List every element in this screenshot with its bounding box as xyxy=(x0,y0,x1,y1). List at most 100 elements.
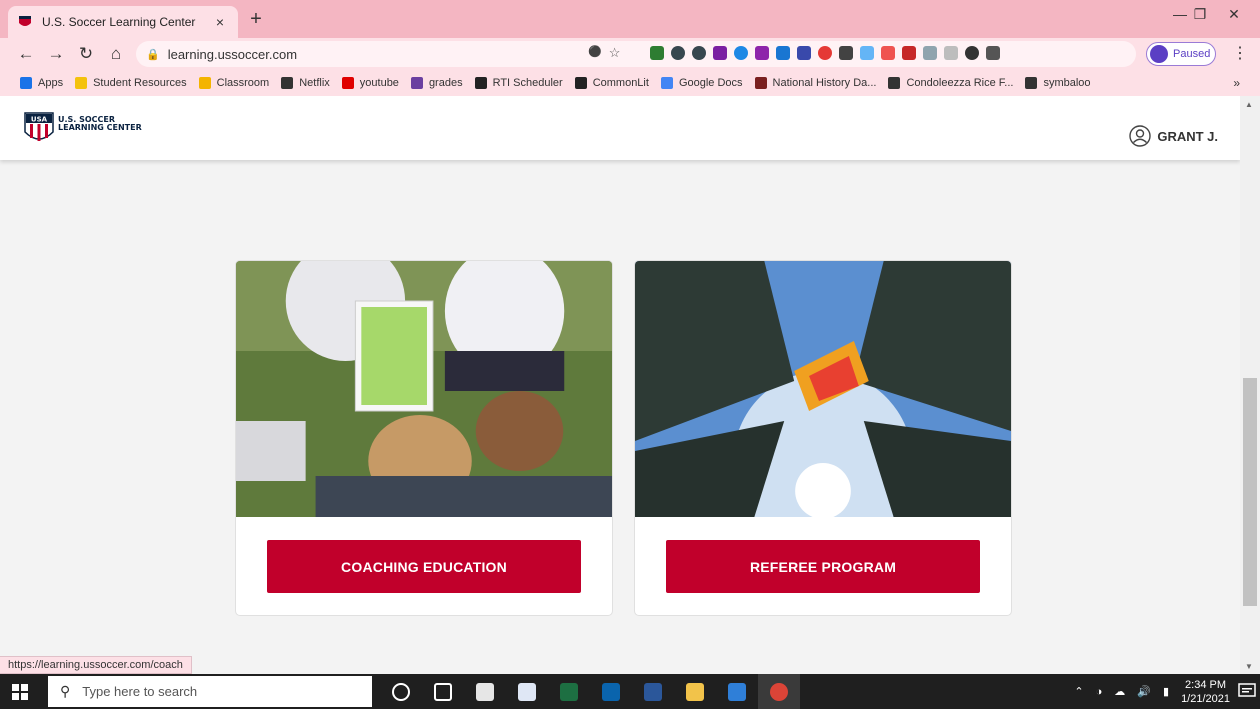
cast-icon[interactable] xyxy=(986,46,1000,60)
bookmark-star-icon[interactable]: ☆ xyxy=(609,45,621,61)
us-soccer-logo[interactable]: USA U.S. SOCCER LEARNING CENTER xyxy=(24,112,142,146)
bookmark-icon xyxy=(281,77,294,89)
bookmark-item[interactable]: Google Docs xyxy=(660,77,743,89)
system-tray: ⌃ ◑ ☁ 🔊 ▮ 2:34 PM 1/21/2021 xyxy=(1074,674,1230,709)
extension-icon[interactable] xyxy=(797,46,811,60)
scrollbar-thumb[interactable] xyxy=(1243,378,1257,606)
extension-icon[interactable] xyxy=(713,46,727,60)
bookmark-label: Netflix xyxy=(299,77,330,89)
profile-button[interactable]: Paused xyxy=(1146,42,1216,66)
bookmark-item[interactable]: Condoleezza Rice F... xyxy=(888,77,1013,89)
bookmark-item[interactable]: symbaloo xyxy=(1025,77,1091,89)
onedrive-icon[interactable]: ☁ xyxy=(1114,685,1125,698)
close-window-icon[interactable]: ✕ xyxy=(1214,6,1254,23)
bookmark-item[interactable]: National History Da... xyxy=(754,77,876,89)
extension-icon[interactable] xyxy=(860,46,874,60)
extension-icon[interactable] xyxy=(692,46,706,60)
user-menu[interactable]: GRANT J. xyxy=(1129,125,1218,147)
bookmark-icon xyxy=(341,77,354,89)
extension-icon[interactable] xyxy=(944,46,958,60)
taskbar-search-input[interactable]: ⚲ Type here to search xyxy=(48,676,372,707)
word-icon[interactable] xyxy=(632,674,674,709)
extensions-puzzle-icon[interactable] xyxy=(965,46,979,60)
referee-program-card[interactable]: REFEREE PROGRAM xyxy=(634,260,1012,616)
extension-icon[interactable] xyxy=(881,46,895,60)
bookmark-icon xyxy=(75,77,88,89)
dropbox-icon[interactable] xyxy=(506,674,548,709)
windows-start-icon[interactable] xyxy=(0,674,40,709)
us-soccer-favicon-icon xyxy=(19,16,31,26)
bookmark-item[interactable]: CommonLit xyxy=(574,77,649,89)
bookmark-label: Condoleezza Rice F... xyxy=(906,77,1014,89)
bookmark-label: Google Docs xyxy=(678,77,743,89)
file-explorer-icon[interactable] xyxy=(674,674,716,709)
extension-icon[interactable] xyxy=(776,46,790,60)
store-icon[interactable] xyxy=(464,674,506,709)
key-icon[interactable]: ⚫ xyxy=(588,45,602,61)
excel-icon[interactable] xyxy=(548,674,590,709)
chrome-icon[interactable] xyxy=(758,674,800,709)
extension-icon[interactable] xyxy=(734,46,748,60)
extensions-row xyxy=(650,46,1000,60)
browser-tab[interactable]: U.S. Soccer Learning Center × xyxy=(8,6,238,38)
bookmark-icon xyxy=(20,77,32,89)
taskbar-search-placeholder: Type here to search xyxy=(82,684,198,699)
cortana-icon[interactable] xyxy=(380,674,422,709)
task-view-icon[interactable] xyxy=(422,674,464,709)
browser-menu-icon[interactable]: ⋮ xyxy=(1232,43,1248,63)
user-name: GRANT J. xyxy=(1157,128,1218,144)
scroll-down-icon[interactable]: ▼ xyxy=(1245,662,1253,671)
taskbar-clock[interactable]: 2:34 PM 1/21/2021 xyxy=(1181,678,1230,706)
extension-icon[interactable] xyxy=(902,46,916,60)
extension-icon[interactable] xyxy=(923,46,937,60)
notification-center-icon[interactable] xyxy=(1238,682,1256,700)
bookmark-item[interactable]: youtube xyxy=(341,77,399,89)
clock-date: 1/21/2021 xyxy=(1181,692,1230,705)
referee-photo xyxy=(635,261,1011,517)
taskbar-apps xyxy=(380,674,800,709)
referee-program-button[interactable]: REFEREE PROGRAM xyxy=(666,540,980,593)
clock-time: 2:34 PM xyxy=(1185,678,1227,691)
coaching-education-card[interactable]: COACHING EDUCATION xyxy=(235,260,613,616)
bookmark-label: Apps xyxy=(38,77,64,89)
bookmark-item[interactable]: Classroom xyxy=(198,77,269,89)
page-scrollbar[interactable]: ▲ ▼ xyxy=(1240,96,1260,674)
bookmark-icon xyxy=(474,77,487,89)
extension-icon[interactable] xyxy=(755,46,769,60)
bookmark-icon xyxy=(410,77,423,89)
extension-icon[interactable] xyxy=(671,46,685,60)
profile-status: Paused xyxy=(1173,48,1211,60)
bookmark-item[interactable]: Apps xyxy=(20,77,63,89)
bookmarks-more-icon[interactable]: » xyxy=(1233,76,1240,90)
network-icon[interactable]: ◑ xyxy=(1096,686,1103,698)
qr-code-icon[interactable] xyxy=(839,46,853,60)
battery-icon[interactable]: ▮ xyxy=(1163,685,1169,698)
coaching-education-button[interactable]: COACHING EDUCATION xyxy=(267,540,581,593)
bookmark-label: CommonLit xyxy=(592,77,649,89)
bookmark-label: RTI Scheduler xyxy=(492,77,563,89)
reload-icon[interactable]: ↻ xyxy=(74,42,98,66)
outlook-icon[interactable] xyxy=(590,674,632,709)
bookmark-icon xyxy=(574,77,587,89)
app-icon[interactable] xyxy=(716,674,758,709)
lock-icon: 🔒 xyxy=(146,48,160,61)
back-icon[interactable]: ← xyxy=(14,42,38,66)
bookmark-item[interactable]: RTI Scheduler xyxy=(474,77,563,89)
home-icon[interactable]: ⌂ xyxy=(104,42,128,66)
scroll-up-icon[interactable]: ▲ xyxy=(1245,100,1253,109)
volume-icon[interactable]: 🔊 xyxy=(1137,685,1151,698)
browser-tab-strip: U.S. Soccer Learning Center × + — ❐ ✕ xyxy=(0,0,1260,38)
coaching-photo xyxy=(236,261,612,517)
extension-icon[interactable] xyxy=(818,46,832,60)
chevron-up-icon[interactable]: ⌃ xyxy=(1074,685,1083,698)
tab-close-icon[interactable]: × xyxy=(212,14,228,30)
site-header: USA U.S. SOCCER LEARNING CENTER GRANT J. xyxy=(0,96,1240,160)
logo-line-2: LEARNING CENTER xyxy=(58,123,142,132)
tab-title: U.S. Soccer Learning Center xyxy=(42,15,196,29)
bookmark-item[interactable]: Netflix xyxy=(281,77,330,89)
bookmark-item[interactable]: grades xyxy=(410,77,463,89)
bookmark-item[interactable]: Student Resources xyxy=(75,77,187,89)
forward-icon[interactable]: → xyxy=(44,42,68,66)
new-tab-button[interactable]: + xyxy=(246,8,266,31)
extension-icon[interactable] xyxy=(650,46,664,60)
